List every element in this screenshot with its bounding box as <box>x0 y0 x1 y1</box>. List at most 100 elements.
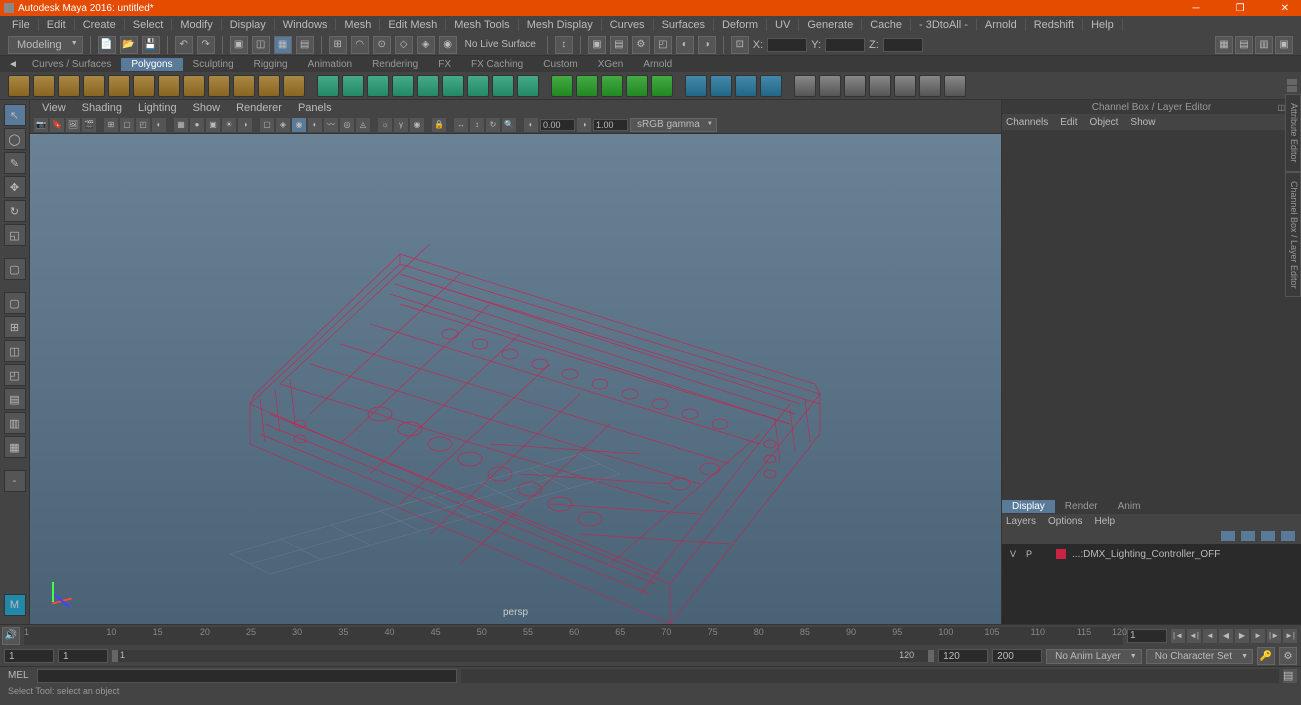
pt-grid-icon[interactable]: ⊞ <box>104 118 118 132</box>
layer-menu-help[interactable]: Help <box>1094 516 1115 527</box>
rm-show[interactable]: Show <box>1130 117 1155 128</box>
z-input[interactable] <box>883 38 923 52</box>
time-ruler[interactable]: 1 10 15 20 25 30 35 40 45 50 55 60 65 70… <box>24 627 1123 645</box>
pt-lock-icon[interactable]: 🔒 <box>432 118 446 132</box>
lasso-tool[interactable]: ◯ <box>4 128 26 150</box>
rm-edit[interactable]: Edit <box>1060 117 1077 128</box>
menu-select[interactable]: Select <box>125 19 173 31</box>
shelf-plane-icon[interactable] <box>108 75 130 97</box>
select-component-icon[interactable]: ◫ <box>252 36 270 54</box>
shelf-tab-fxcaching[interactable]: FX Caching <box>461 58 533 71</box>
shelf-tab-fx[interactable]: FX <box>428 58 461 71</box>
snap-live-icon[interactable]: ◈ <box>417 36 435 54</box>
layer-menu-layers[interactable]: Layers <box>1006 516 1036 527</box>
pt-textured-icon[interactable]: ▣ <box>206 118 220 132</box>
pt-bookmark-icon[interactable]: 🔖 <box>50 118 64 132</box>
menu-display[interactable]: Display <box>222 19 275 31</box>
exposure-input[interactable] <box>540 119 575 131</box>
pt-gam-icon[interactable]: ◑ <box>577 118 591 132</box>
last-tool[interactable]: ▢ <box>4 258 26 280</box>
shelf-append-icon[interactable] <box>651 75 673 97</box>
layer-moveup-icon[interactable] <box>1221 531 1235 541</box>
pt-dolly-icon[interactable]: ↔ <box>454 118 468 132</box>
shelf-tab-rigging[interactable]: Rigging <box>244 58 298 71</box>
rm-object[interactable]: Object <box>1090 117 1119 128</box>
workspace-dropdown[interactable]: Modeling <box>8 36 83 54</box>
layout-two-icon[interactable]: ◫ <box>4 340 26 362</box>
menu-arnold[interactable]: Arnold <box>977 19 1026 31</box>
pt-hq-icon[interactable]: ◉ <box>292 118 306 132</box>
pt-gate-icon[interactable]: ▢ <box>120 118 134 132</box>
char-set-dropdown[interactable]: No Character Set <box>1146 649 1253 664</box>
shelf-pipe-icon[interactable] <box>208 75 230 97</box>
shelf-sculpt3-icon[interactable] <box>844 75 866 97</box>
shelf-tab-arnold[interactable]: Arnold <box>633 58 682 71</box>
goto-end-icon[interactable]: ►| <box>1283 629 1297 643</box>
shelf-tab-xgen[interactable]: XGen <box>588 58 634 71</box>
mel-label[interactable]: MEL <box>4 670 33 681</box>
timeline-audio-icon[interactable]: 🔊 <box>2 627 20 645</box>
shelf-bevel-icon[interactable] <box>467 75 489 97</box>
shelf-separate-icon[interactable] <box>342 75 364 97</box>
shelf-smooth-icon[interactable] <box>392 75 414 97</box>
maximize-button[interactable]: ❐ <box>1228 3 1253 14</box>
shelf-collapse-icon[interactable] <box>576 75 598 97</box>
pt-shading-icon[interactable]: ◐ <box>152 118 166 132</box>
select-tool[interactable]: ↖ <box>4 104 26 126</box>
layout-four-icon[interactable]: ⊞ <box>4 316 26 338</box>
current-frame-input[interactable] <box>1127 629 1167 643</box>
shelf-prism-icon[interactable] <box>158 75 180 97</box>
menu-cache[interactable]: Cache <box>862 19 911 31</box>
pt-exposure-icon[interactable]: ☼ <box>378 118 392 132</box>
save-scene-icon[interactable]: 💾 <box>142 36 160 54</box>
menu-redshift[interactable]: Redshift <box>1026 19 1083 31</box>
shelf-tab-sculpting[interactable]: Sculpting <box>183 58 244 71</box>
layer-menu-options[interactable]: Options <box>1048 516 1082 527</box>
pt-view-icon[interactable]: ◉ <box>410 118 424 132</box>
scale-tool[interactable]: ◱ <box>4 224 26 246</box>
layer-playback[interactable]: P <box>1024 549 1034 559</box>
redo-icon[interactable]: ↷ <box>197 36 215 54</box>
layout-three-icon[interactable]: ◰ <box>4 364 26 386</box>
layer-tab-render[interactable]: Render <box>1055 500 1108 513</box>
layer-new-empty-icon[interactable] <box>1261 531 1275 541</box>
pt-image-icon[interactable]: 🖼 <box>66 118 80 132</box>
layout-graph-icon[interactable]: ▦ <box>4 436 26 458</box>
menu-meshdisplay[interactable]: Mesh Display <box>519 19 602 31</box>
pt-tumble-icon[interactable]: ↻ <box>486 118 500 132</box>
channel-box-tab[interactable]: Channel Box / Layer Editor <box>1285 172 1301 298</box>
shelf-scroll-down-icon[interactable] <box>1287 86 1297 92</box>
menu-create[interactable]: Create <box>75 19 125 31</box>
step-forward-key-icon[interactable]: |► <box>1267 629 1281 643</box>
snap-point-icon[interactable]: ⊙ <box>373 36 391 54</box>
close-button[interactable]: ✕ <box>1273 3 1297 14</box>
shelf-soccer-icon[interactable] <box>258 75 280 97</box>
hypershade-icon[interactable]: ◐ <box>676 36 694 54</box>
shelf-target-icon[interactable] <box>710 75 732 97</box>
shelf-sculpt4-icon[interactable] <box>869 75 891 97</box>
play-back-icon[interactable]: ◀ <box>1219 629 1233 643</box>
goto-start-icon[interactable]: |◄ <box>1171 629 1185 643</box>
shelf-helix-icon[interactable] <box>233 75 255 97</box>
colorspace-dropdown[interactable]: sRGB gamma <box>630 118 717 132</box>
menu-file[interactable]: File <box>4 19 39 31</box>
shelf-delete-icon[interactable] <box>601 75 623 97</box>
shelf-tab-animation[interactable]: Animation <box>298 58 362 71</box>
shelf-fill-icon[interactable] <box>626 75 648 97</box>
start-frame-input[interactable] <box>4 649 54 663</box>
layer-movedown-icon[interactable] <box>1241 531 1255 541</box>
shelf-cone-icon[interactable] <box>83 75 105 97</box>
shelf-extract-icon[interactable] <box>367 75 389 97</box>
shelf-boolean-icon[interactable] <box>417 75 439 97</box>
shelf-pyramid-icon[interactable] <box>183 75 205 97</box>
shelf-connect-icon[interactable] <box>735 75 757 97</box>
pt-gamma-icon[interactable]: γ <box>394 118 408 132</box>
range-end-input[interactable] <box>938 649 988 663</box>
y-input[interactable] <box>825 38 865 52</box>
menu-mesh[interactable]: Mesh <box>336 19 380 31</box>
shelf-sculpt5-icon[interactable] <box>894 75 916 97</box>
pt-motion-icon[interactable]: 〰 <box>324 118 338 132</box>
shelf-cube-icon[interactable] <box>33 75 55 97</box>
xyz-icon[interactable]: ⊡ <box>731 36 749 54</box>
pt-aa-icon[interactable]: ◬ <box>356 118 370 132</box>
